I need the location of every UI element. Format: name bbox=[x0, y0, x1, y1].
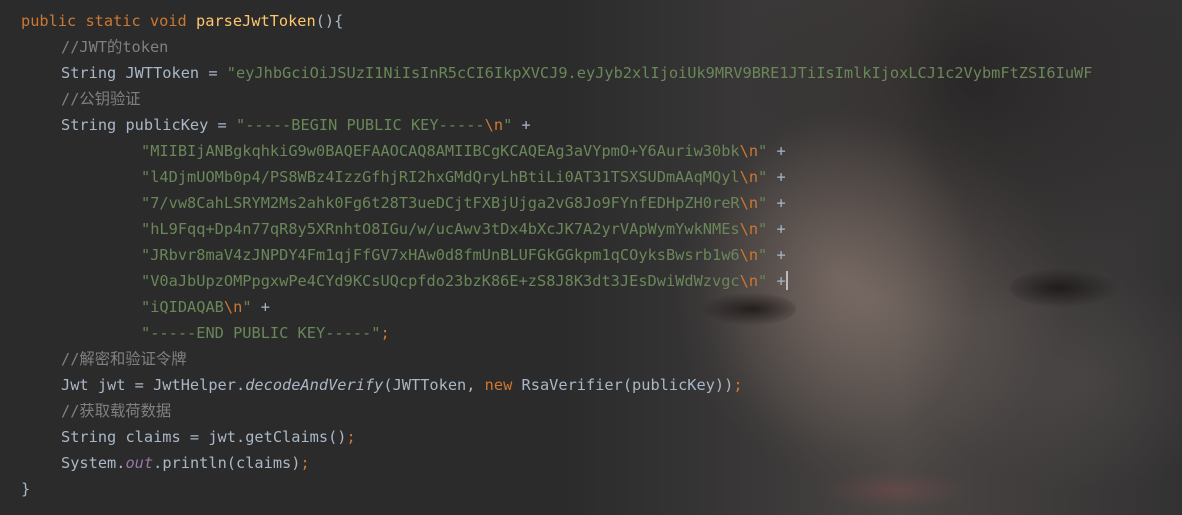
escape-sequence: \n bbox=[739, 168, 759, 186]
string-literal: "l4DjmUOMb0p4/PS8WBz4IzzGfhjRI2hxGMdQryL… bbox=[141, 168, 740, 186]
string-literal: "iQIDAQAB bbox=[141, 298, 224, 316]
code-line-13[interactable]: "-----END PUBLIC KEY-----"; bbox=[21, 320, 1092, 346]
code-area[interactable]: public static void parseJwtToken(){ //JW… bbox=[21, 8, 1092, 502]
code-line-11[interactable]: "V0aJbUpzOMPpgxwPe4CYd9KCsUQcpfdo23bzK86… bbox=[21, 268, 1092, 294]
code-line-9[interactable]: "hL9Fqq+Dp4n77qR8y5XRnhtO8IGu/w/ucAwv3tD… bbox=[21, 216, 1092, 242]
code-line-18[interactable]: System.out.println(claims); bbox=[21, 450, 1092, 476]
code-line-2[interactable]: //JWT的token bbox=[21, 34, 1092, 60]
escape-sequence: \n bbox=[739, 220, 759, 238]
string-quote: " bbox=[242, 298, 252, 316]
string-quote: " bbox=[758, 142, 768, 160]
keyword: public static void bbox=[21, 12, 196, 30]
escape-sequence: \n bbox=[739, 246, 759, 264]
code-line-6[interactable]: "MIIBIjANBgkqhkiG9w0BAQEFAAOCAQ8AMIIBCgK… bbox=[21, 138, 1092, 164]
operator: + bbox=[251, 298, 270, 316]
declaration: Jwt jwt = JwtHelper. bbox=[61, 376, 246, 394]
arguments: (JWTToken, bbox=[383, 376, 485, 394]
punctuation: (){ bbox=[315, 12, 344, 30]
method-name: parseJwtToken bbox=[195, 12, 316, 30]
escape-sequence: \n bbox=[739, 142, 759, 160]
semicolon: ; bbox=[346, 428, 356, 446]
semicolon: ; bbox=[300, 454, 310, 472]
code-line-8[interactable]: "7/vw8CahLSRYM2Ms2ahk0Fg6t28T3ueDCjtFXBj… bbox=[21, 190, 1092, 216]
code-line-3[interactable]: String JWTToken = "eyJhbGciOiJSUzI1NiIsI… bbox=[21, 60, 1092, 86]
comment: //解密和验证令牌 bbox=[61, 350, 187, 368]
comment: //JWT的token bbox=[61, 38, 169, 56]
code-line-1[interactable]: public static void parseJwtToken(){ bbox=[21, 8, 1092, 34]
string-literal: "MIIBIjANBgkqhkiG9w0BAQEFAAOCAQ8AMIIBCgK… bbox=[141, 142, 740, 160]
operator: + bbox=[767, 272, 786, 290]
string-literal: "hL9Fqq+Dp4n77qR8y5XRnhtO8IGu/w/ucAwv3tD… bbox=[141, 220, 740, 238]
code-line-5[interactable]: String publicKey = "-----BEGIN PUBLIC KE… bbox=[21, 112, 1092, 138]
code-editor[interactable]: public static void parseJwtToken(){ //JW… bbox=[0, 0, 1182, 515]
code-line-15[interactable]: Jwt jwt = JwtHelper.decodeAndVerify(JWTT… bbox=[21, 372, 1092, 398]
code-line-10[interactable]: "JRbvr8maV4zJNPDY4Fm1qjFfGV7xHAw0d8fmUnB… bbox=[21, 242, 1092, 268]
closing-brace: } bbox=[21, 480, 31, 498]
string-literal: "JRbvr8maV4zJNPDY4Fm1qjFfGV7xHAw0d8fmUnB… bbox=[141, 246, 740, 264]
declaration: String JWTToken = bbox=[61, 64, 227, 82]
keyword: new bbox=[484, 376, 513, 394]
code-line-12[interactable]: "iQIDAQAB\n" + bbox=[21, 294, 1092, 320]
operator: + bbox=[767, 142, 786, 160]
arguments: RsaVerifier(publicKey)) bbox=[512, 376, 734, 394]
code-line-16[interactable]: //获取载荷数据 bbox=[21, 398, 1092, 424]
string-quote: " bbox=[758, 272, 768, 290]
code-line-17[interactable]: String claims = jwt.getClaims(); bbox=[21, 424, 1092, 450]
operator: + bbox=[767, 168, 786, 186]
string-literal: "V0aJbUpzOMPpgxwPe4CYd9KCsUQcpfdo23bzK86… bbox=[141, 272, 740, 290]
escape-sequence: \n bbox=[223, 298, 243, 316]
text-cursor bbox=[785, 271, 788, 290]
operator: + bbox=[767, 220, 786, 238]
string-quote: " bbox=[758, 246, 768, 264]
string-literal: "eyJhbGciOiJSUzI1NiIsInR5cCI6IkpXVCJ9.ey… bbox=[226, 64, 1093, 82]
operator: + bbox=[512, 116, 531, 134]
static-method-call: decodeAndVerify bbox=[245, 376, 384, 394]
comment: //获取载荷数据 bbox=[61, 402, 172, 420]
declaration: String claims = jwt.getClaims() bbox=[61, 428, 347, 446]
escape-sequence: \n bbox=[739, 272, 759, 290]
class-reference: System. bbox=[61, 454, 126, 472]
semicolon: ; bbox=[733, 376, 743, 394]
code-line-7[interactable]: "l4DjmUOMb0p4/PS8WBz4IzzGfhjRI2hxGMdQryL… bbox=[21, 164, 1092, 190]
string-quote: " bbox=[758, 168, 768, 186]
operator: + bbox=[767, 194, 786, 212]
code-line-19[interactable]: } bbox=[21, 476, 1092, 502]
string-quote: " bbox=[503, 116, 513, 134]
code-line-14[interactable]: //解密和验证令牌 bbox=[21, 346, 1092, 372]
string-quote: " bbox=[758, 220, 768, 238]
method-call: .println(claims) bbox=[153, 454, 301, 472]
semicolon: ; bbox=[380, 324, 390, 342]
static-field: out bbox=[125, 454, 154, 472]
string-literal: "-----BEGIN PUBLIC KEY----- bbox=[235, 116, 485, 134]
string-literal: "-----END PUBLIC KEY-----" bbox=[141, 324, 381, 342]
code-line-4[interactable]: //公钥验证 bbox=[21, 86, 1092, 112]
comment: //公钥验证 bbox=[61, 90, 141, 108]
escape-sequence: \n bbox=[739, 194, 759, 212]
operator: + bbox=[767, 246, 786, 264]
escape-sequence: \n bbox=[484, 116, 504, 134]
string-quote: " bbox=[758, 194, 768, 212]
declaration: String publicKey = bbox=[61, 116, 236, 134]
string-literal: "7/vw8CahLSRYM2Ms2ahk0Fg6t28T3ueDCjtFXBj… bbox=[141, 194, 740, 212]
